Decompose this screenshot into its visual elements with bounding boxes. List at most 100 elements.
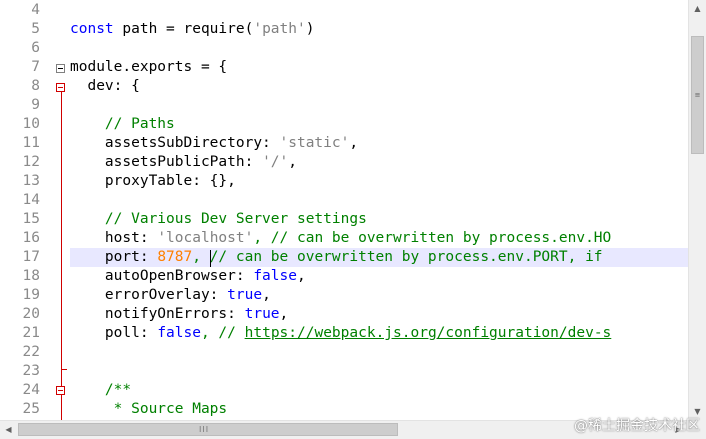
- fold-toggle-module-exports[interactable]: [56, 64, 65, 73]
- code-line[interactable]: 12 assetsPublicPath: '/',: [0, 153, 688, 172]
- line-number: 11: [22, 135, 40, 151]
- thumb-grip-icon: III: [199, 425, 210, 434]
- line-code: const path = require('path'): [70, 20, 688, 39]
- line-number: 17: [22, 249, 40, 265]
- code-token: dev: {: [70, 78, 140, 94]
- code-token: 'static': [279, 135, 350, 151]
- code-line[interactable]: 14: [0, 191, 688, 210]
- line-code: poll: false, // https://webpack.js.org/c…: [70, 324, 688, 343]
- code-line[interactable]: 7 module.exports = {: [0, 58, 688, 77]
- thumb-grip-icon: ≡: [694, 90, 701, 99]
- line-code: [70, 39, 688, 58]
- code-line[interactable]: 19 errorOverlay: true,: [0, 286, 688, 305]
- line-number: 13: [22, 173, 40, 189]
- line-code: errorOverlay: true,: [70, 286, 688, 305]
- code-token: // Various Dev Server settings: [70, 211, 367, 227]
- code-editor[interactable]: 4 5 const path = require('path') 6 7 module.e…: [0, 0, 688, 420]
- line-number: 20: [22, 306, 40, 322]
- code-token: path = require(: [113, 21, 254, 37]
- code-token: '/': [262, 154, 289, 170]
- code-token: errorOverlay:: [70, 287, 228, 303]
- code-token: * Source Maps: [70, 401, 228, 417]
- line-number: 23: [22, 363, 40, 379]
- code-token: ,: [279, 306, 289, 322]
- line-number: 21: [22, 325, 40, 341]
- line-code: [70, 1, 688, 20]
- watermark: @稀土掘金技术社区: [574, 418, 700, 434]
- code-token: , // can be overwritten by process.env.H…: [253, 230, 612, 246]
- line-code: dev: {: [70, 77, 688, 96]
- code-line[interactable]: 9: [0, 96, 688, 115]
- fold-toggle-dev[interactable]: [56, 83, 65, 92]
- code-token: false: [253, 268, 297, 284]
- scroll-left-arrow-icon[interactable]: ◀: [0, 421, 17, 438]
- code-token: port:: [70, 249, 158, 265]
- line-code: host: 'localhost', // can be overwritten…: [70, 229, 688, 248]
- comment-link[interactable]: https://webpack.js.org/configuration/dev…: [245, 325, 612, 341]
- code-token: ,: [262, 287, 271, 303]
- fold-toggle-comment[interactable]: [56, 386, 65, 395]
- code-token: ,: [349, 135, 359, 151]
- code-token: autoOpenBrowser:: [70, 268, 254, 284]
- code-line[interactable]: 22: [0, 343, 688, 362]
- code-line[interactable]: 11 assetsSubDirectory: 'static',: [0, 134, 688, 153]
- line-code: autoOpenBrowser: false,: [70, 267, 688, 286]
- code-line[interactable]: 17 port: 8787, // can be overwritten by …: [0, 248, 688, 267]
- line-code: module.exports = {: [70, 58, 688, 77]
- code-token: true: [227, 287, 263, 303]
- scroll-up-arrow-icon[interactable]: ▲: [689, 0, 706, 17]
- code-line[interactable]: 5 const path = require('path'): [0, 20, 688, 39]
- code-token: const: [70, 21, 114, 37]
- code-line[interactable]: 10 // Paths: [0, 115, 688, 134]
- code-token: ,: [288, 154, 297, 170]
- line-number: 15: [22, 211, 40, 227]
- code-token: proxyTable: {},: [70, 173, 236, 189]
- line-code: notifyOnErrors: true,: [70, 305, 688, 324]
- code-line[interactable]: 24 /**: [0, 381, 688, 400]
- line-code: proxyTable: {},: [70, 172, 688, 191]
- line-code: [70, 343, 688, 362]
- code-token: host:: [70, 230, 158, 246]
- code-token: // Paths: [70, 116, 175, 132]
- line-number: 24: [22, 382, 40, 398]
- code-token: 8787: [157, 249, 193, 265]
- line-number: 8: [31, 78, 40, 94]
- code-line[interactable]: 13 proxyTable: {},: [0, 172, 688, 191]
- line-code: // Various Dev Server settings: [70, 210, 688, 229]
- line-code: assetsSubDirectory: 'static',: [70, 134, 688, 153]
- line-number: 22: [22, 344, 40, 360]
- code-token: module.exports = {: [70, 59, 228, 75]
- code-line[interactable]: 21 poll: false, // https://webpack.js.or…: [0, 324, 688, 343]
- code-token: , // can be overwritten by process.env.P…: [192, 249, 603, 265]
- horizontal-scroll-thumb[interactable]: III: [18, 423, 398, 436]
- code-line[interactable]: 4: [0, 1, 688, 20]
- line-number: 14: [22, 192, 40, 208]
- code-line[interactable]: 15 // Various Dev Server settings: [0, 210, 688, 229]
- code-token: assetsPublicPath:: [70, 154, 263, 170]
- code-token: false: [157, 325, 201, 341]
- line-number: 25: [22, 401, 40, 417]
- code-line[interactable]: 18 autoOpenBrowser: false,: [0, 267, 688, 286]
- code-token: /**: [70, 382, 132, 398]
- code-token: assetsSubDirectory:: [70, 135, 280, 151]
- line-code: /**: [70, 381, 688, 400]
- vertical-scrollbar[interactable]: ▲ ≡ ▼: [688, 0, 706, 420]
- code-line[interactable]: 8 dev: {: [0, 77, 688, 96]
- code-line[interactable]: 20 notifyOnErrors: true,: [0, 305, 688, 324]
- line-number: 19: [22, 287, 40, 303]
- line-number: 16: [22, 230, 40, 246]
- code-token: ,: [296, 268, 306, 284]
- code-line[interactable]: 23: [0, 362, 688, 381]
- line-number: 9: [31, 97, 40, 113]
- code-token: notifyOnErrors:: [70, 306, 245, 322]
- line-number: 7: [31, 59, 40, 75]
- text-caret: [210, 250, 211, 267]
- code-line[interactable]: 6: [0, 39, 688, 58]
- code-token: 'localhost': [157, 230, 254, 246]
- code-line[interactable]: 16 host: 'localhost', // can be overwrit…: [0, 229, 688, 248]
- line-code: port: 8787, // can be overwritten by pro…: [70, 248, 688, 267]
- fold-corner: [61, 369, 67, 370]
- line-code: [70, 362, 688, 381]
- code-token: poll:: [70, 325, 158, 341]
- line-code: // Paths: [70, 115, 688, 134]
